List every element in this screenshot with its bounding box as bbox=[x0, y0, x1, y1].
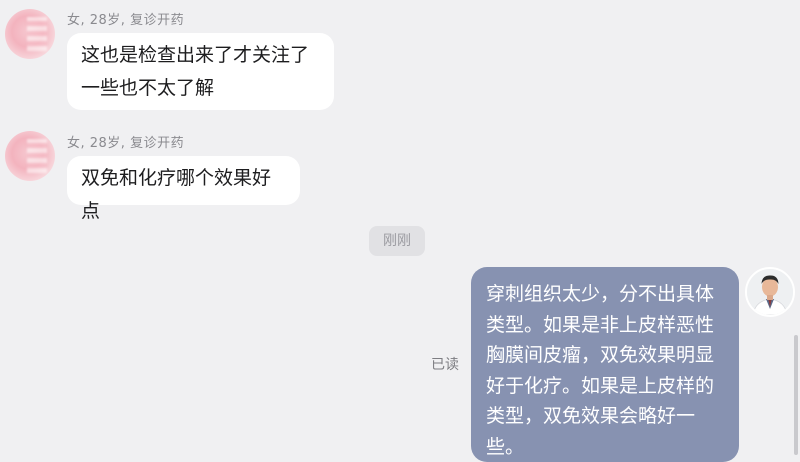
message-line: 这也是检查出来了才关注了 bbox=[81, 44, 310, 66]
incoming-message-bubble[interactable]: 双免和化疗哪个效果好点 bbox=[67, 156, 300, 222]
sender-meta: 女, 28岁, 复诊开药 bbox=[67, 13, 185, 28]
message-line: 一些也不太了解 bbox=[81, 77, 215, 99]
outgoing-message-bubble[interactable]: 穿刺组织太少，分不出具体类型。如果是非上皮样恶性胸膜间皮瘤，双免效果明显好于化疗… bbox=[471, 267, 739, 462]
doctor-portrait-icon bbox=[747, 269, 793, 315]
scrollbar[interactable] bbox=[794, 335, 798, 455]
incoming-message-bubble[interactable]: 这也是检查出来了才关注了 一些也不太了解 bbox=[67, 33, 334, 110]
message-line: 双免和化疗哪个效果好点 bbox=[81, 167, 272, 222]
patient-avatar[interactable] bbox=[5, 131, 55, 181]
read-status: 已读 bbox=[431, 357, 459, 373]
sender-meta: 女, 28岁, 复诊开药 bbox=[67, 136, 185, 151]
timestamp-pill: 刚刚 bbox=[369, 226, 425, 256]
chat-area: 女, 28岁, 复诊开药 这也是检查出来了才关注了 一些也不太了解 女, 28岁… bbox=[0, 0, 800, 462]
doctor-avatar[interactable] bbox=[745, 267, 795, 317]
patient-avatar[interactable] bbox=[5, 9, 55, 59]
